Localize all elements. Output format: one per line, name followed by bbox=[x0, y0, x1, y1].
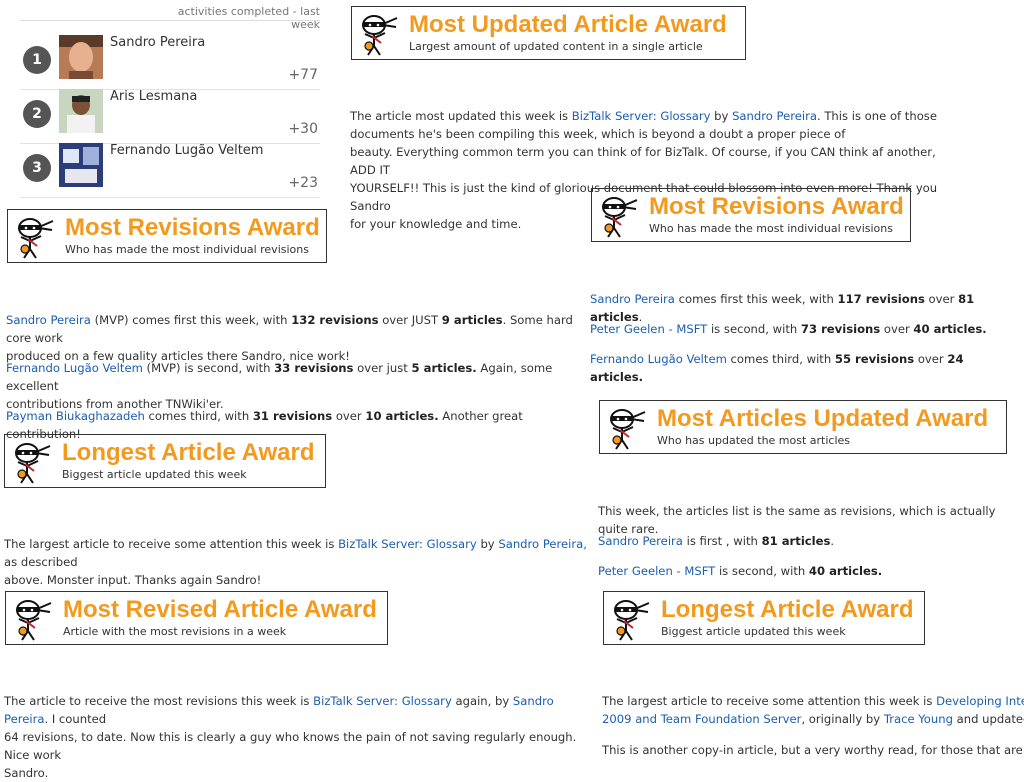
user-link[interactable]: Sandro Pereira bbox=[590, 292, 675, 306]
article-link[interactable]: BizTalk Server: Glossary bbox=[338, 537, 477, 551]
award-subtitle: Who has updated the most articles bbox=[657, 434, 851, 447]
award-title: Most Articles Updated Award bbox=[657, 405, 989, 432]
revisions-right-p3: Fernando Lugão Veltem comes third, with … bbox=[590, 352, 964, 384]
user-link[interactable]: Payman Biukaghazadeh bbox=[6, 409, 145, 423]
award-title: Most Revised Article Award bbox=[63, 596, 377, 623]
avatar[interactable] bbox=[59, 143, 103, 187]
articles-right-p2: Peter Geelen - MSFT is second, with 40 a… bbox=[598, 564, 883, 578]
rank-badge: 2 bbox=[23, 100, 51, 128]
user-name[interactable]: Fernando Lugão Veltem bbox=[110, 143, 263, 158]
award-most-revisions: Most Revisions Award Who has made the mo… bbox=[7, 209, 327, 263]
rank-badge: 3 bbox=[23, 154, 51, 182]
user-link[interactable]: Peter Geelen - MSFT bbox=[598, 564, 715, 578]
ninja-icon bbox=[16, 600, 52, 641]
ninja-icon bbox=[15, 443, 51, 484]
award-subtitle: Who has made the most individual revisio… bbox=[65, 243, 309, 256]
award-most-updated-article: Most Updated Article Award Largest amoun… bbox=[351, 6, 746, 60]
award-title: Longest Article Award bbox=[62, 439, 315, 466]
article-link[interactable]: BizTalk Server: Glossary bbox=[572, 109, 711, 123]
article-link[interactable]: 2009 and Team Foundation Server bbox=[602, 712, 801, 726]
score: +77 bbox=[288, 67, 318, 83]
award-most-revised-article: Most Revised Article Award Article with … bbox=[5, 591, 388, 645]
longest-left-paragraph: The largest article to receive some atte… bbox=[4, 537, 587, 587]
divider bbox=[20, 20, 320, 21]
award-title: Longest Article Award bbox=[661, 596, 914, 623]
ninja-icon bbox=[614, 600, 650, 641]
avatar-image bbox=[59, 143, 103, 187]
award-subtitle: Biggest article updated this week bbox=[62, 468, 247, 481]
ninja-icon bbox=[362, 15, 398, 56]
award-subtitle: Largest amount of updated content in a s… bbox=[409, 40, 703, 53]
award-most-articles-updated: Most Articles Updated Award Who has upda… bbox=[599, 400, 1007, 454]
score: +30 bbox=[288, 121, 318, 137]
articles-right-p1: Sandro Pereira is first , with 81 articl… bbox=[598, 534, 835, 548]
user-link[interactable]: Fernando Lugão Veltem bbox=[6, 361, 143, 375]
user-link[interactable]: Fernando Lugão Veltem bbox=[590, 352, 727, 366]
user-link[interactable]: Sandro Pereira bbox=[6, 313, 91, 327]
user-name[interactable]: Sandro Pereira bbox=[110, 35, 205, 50]
article-link[interactable]: BizTalk Server: Glossary bbox=[313, 694, 452, 708]
ninja-icon bbox=[18, 218, 54, 259]
award-title: Most Updated Article Award bbox=[409, 11, 727, 38]
award-title: Most Revisions Award bbox=[65, 214, 320, 241]
avatar-image bbox=[59, 89, 103, 133]
rank-badge: 1 bbox=[23, 46, 51, 74]
user-link[interactable]: Sandro Pereira bbox=[732, 109, 817, 123]
avatar-image bbox=[59, 35, 103, 79]
score: +23 bbox=[288, 175, 318, 191]
leaderboard-caption: activities completed - last week bbox=[177, 5, 320, 31]
leaderboard-item[interactable]: 2 Aris Lesmana +30 bbox=[20, 89, 320, 144]
revisions-left-p2: Fernando Lugão Veltem (MVP) is second, w… bbox=[6, 361, 553, 411]
award-subtitle: Biggest article updated this week bbox=[661, 625, 846, 638]
ninja-icon bbox=[610, 409, 646, 450]
user-link[interactable]: Sandro Pereira bbox=[598, 534, 683, 548]
user-name[interactable]: Aris Lesmana bbox=[110, 89, 197, 104]
avatar[interactable] bbox=[59, 89, 103, 133]
revised-left-paragraph: The article to receive the most revision… bbox=[4, 694, 577, 780]
award-longest-article: Longest Article Award Biggest article up… bbox=[603, 591, 925, 645]
leaderboard-item[interactable]: 1 Sandro Pereira +77 bbox=[20, 35, 320, 90]
user-link[interactable]: Sandro Pereira, bbox=[498, 537, 587, 551]
revisions-right-p2: Peter Geelen - MSFT is second, with 73 r… bbox=[590, 322, 987, 336]
longest-right-paragraph: The largest article to receive some atte… bbox=[602, 692, 1024, 728]
award-subtitle: Article with the most revisions in a wee… bbox=[63, 625, 287, 638]
revisions-left-p1: Sandro Pereira (MVP) comes first this we… bbox=[6, 313, 573, 363]
article-link[interactable]: Developing Integration S bbox=[936, 694, 1024, 708]
user-link[interactable]: Peter Geelen - MSFT bbox=[590, 322, 707, 336]
avatar[interactable] bbox=[59, 35, 103, 79]
user-link[interactable]: Trace Young bbox=[884, 712, 953, 726]
revisions-left-p3: Payman Biukaghazadeh comes third, with 3… bbox=[6, 409, 523, 441]
leaderboard-item[interactable]: 3 Fernando Lugão Veltem +23 bbox=[20, 143, 320, 198]
longest-right-p2: This is another copy-in article, but a v… bbox=[602, 743, 1024, 757]
updated-article-paragraph: The article most updated this week is Bi… bbox=[350, 109, 938, 231]
